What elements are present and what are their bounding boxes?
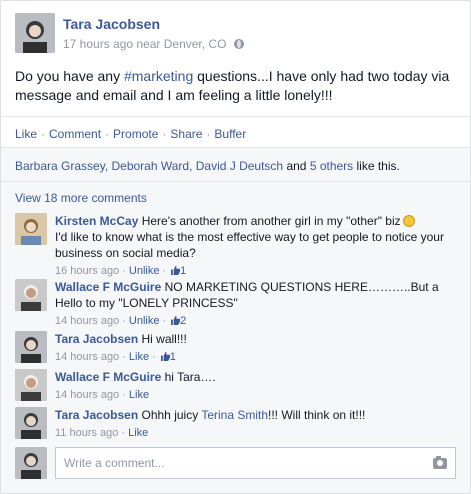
mention-link[interactable]: Terina Smith (201, 408, 268, 422)
comment-composer: Write a comment... (15, 447, 456, 479)
like-button[interactable]: Like (128, 427, 148, 439)
avatar[interactable] (15, 407, 47, 439)
comment-item: Tara Jacobsen Hi wall!!! 14 hours ago · Li… (15, 331, 456, 365)
comment-meta: 14 hours ago · Like · 1 (55, 351, 176, 363)
likes-summary: Barbara Grassey, Deborah Ward, David J D… (15, 159, 400, 173)
comment-timestamp[interactable]: 14 hours ago (55, 389, 119, 401)
comment-like-count[interactable]: 1 (169, 265, 186, 277)
comment-author[interactable]: Wallace F McGuire (55, 280, 161, 294)
post-author-name[interactable]: Tara Jacobsen (63, 16, 244, 32)
comment-text-continued: I'd like to know what is the most effect… (55, 230, 444, 260)
comment-timestamp[interactable]: 14 hours ago (55, 351, 119, 363)
author-avatar[interactable] (15, 13, 55, 53)
thumbs-up-icon (171, 266, 181, 275)
others-link[interactable]: 5 others (310, 159, 353, 173)
comment-author[interactable]: Wallace F McGuire (55, 370, 161, 384)
post-text: Do you have any #marketing questions...I… (15, 68, 450, 103)
avatar[interactable] (15, 279, 47, 311)
comment-author[interactable]: Tara Jacobsen (55, 332, 138, 346)
divider (1, 116, 470, 117)
comments-section: Barbara Grassey, Deborah Ward, David J D… (1, 147, 470, 493)
unlike-button[interactable]: Unlike (129, 315, 160, 327)
hashtag-link[interactable]: #marketing (124, 68, 193, 84)
promote-button[interactable]: Promote (113, 127, 158, 141)
comment-text: Here's another from another girl in my "… (141, 214, 401, 228)
post-meta: 17 hours ago near Denver, CO (63, 37, 245, 51)
like-button[interactable]: Like (129, 351, 149, 363)
camera-icon[interactable] (433, 456, 447, 469)
comment-item: Wallace F McGuire NO MARKETING QUESTIONS… (15, 279, 456, 329)
like-button[interactable]: Like (15, 127, 37, 141)
comment-item: Kirsten McCay Here's another from anothe… (15, 213, 456, 279)
comment-item: Tara Jacobsen Ohhh juicy Terina Smith!!!… (15, 407, 456, 441)
comment-like-count[interactable]: 1 (159, 351, 176, 363)
smiley-icon (402, 215, 415, 227)
thumbs-up-icon (160, 352, 170, 361)
comment-timestamp[interactable]: 11 hours ago (55, 427, 118, 439)
comment-text: Hi wall!!! (141, 332, 187, 346)
share-button[interactable]: Share (170, 127, 202, 141)
comment-like-count[interactable]: 2 (169, 315, 186, 327)
view-more-comments-link[interactable]: View 18 more comments (15, 191, 147, 205)
avatar (15, 447, 47, 479)
avatar[interactable] (15, 331, 47, 363)
comment-item: Wallace F McGuire hi Tara…. 14 hours ago… (15, 369, 456, 403)
like-button[interactable]: Like (129, 389, 149, 401)
comment-meta: 16 hours ago · Unlike · 1 (55, 265, 187, 277)
comment-author[interactable]: Kirsten McCay (55, 214, 138, 228)
post-header: Tara Jacobsen 17 hours ago near Denver, … (15, 13, 245, 53)
avatar[interactable] (15, 369, 47, 401)
buffer-button[interactable]: Buffer (214, 127, 246, 141)
comment-timestamp[interactable]: 14 hours ago (55, 315, 119, 327)
comment-text: hi Tara…. (164, 370, 216, 384)
post-card: Tara Jacobsen 17 hours ago near Denver, … (0, 0, 471, 494)
comment-input-placeholder: Write a comment... (64, 456, 165, 470)
comment-meta: 14 hours ago · Unlike · 2 (55, 315, 187, 327)
post-timestamp[interactable]: 17 hours ago near Denver, CO (63, 37, 226, 51)
comment-author[interactable]: Tara Jacobsen (55, 408, 138, 422)
unlike-button[interactable]: Unlike (129, 265, 160, 277)
comment-button[interactable]: Comment (49, 127, 101, 141)
avatar[interactable] (15, 213, 47, 245)
comment-timestamp[interactable]: 16 hours ago (55, 265, 119, 277)
thumbs-up-icon (171, 316, 181, 325)
comment-meta: 14 hours ago · Like (55, 389, 150, 401)
globe-icon[interactable] (234, 39, 245, 49)
comment-meta: 11 hours ago · Like (55, 427, 149, 439)
post-actions: Like · Comment · Promote · Share · Buffer (15, 127, 247, 141)
comment-input[interactable]: Write a comment... (55, 447, 456, 479)
comment-text: Ohhh juicy (141, 408, 202, 422)
likers-link[interactable]: Barbara Grassey, Deborah Ward, David J D… (15, 159, 283, 173)
